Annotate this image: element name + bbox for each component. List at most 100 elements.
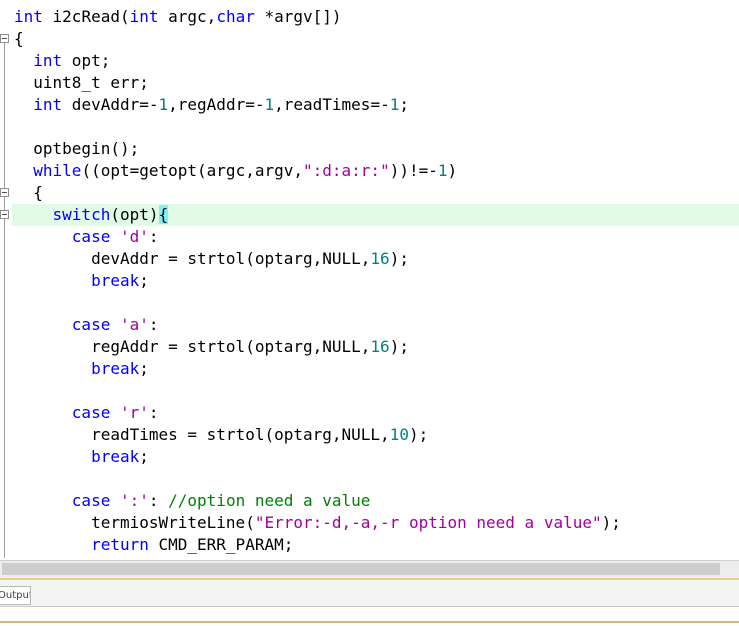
code-token: 1 (437, 161, 448, 180)
code-token: 'd' (119, 227, 149, 246)
code-token: : (148, 227, 159, 246)
code-token: 1 (264, 95, 275, 114)
code-line: break; (14, 446, 149, 468)
code-token: "Error:-d,-a,-r option need a value" (254, 513, 602, 532)
code-token: break (91, 359, 140, 378)
code-token: ; (399, 95, 409, 114)
code-line: break; (14, 358, 149, 380)
code-token: *argv[]) (254, 7, 342, 26)
code-token: { (14, 29, 24, 48)
code-token: ); (389, 249, 409, 268)
code-token: 'r' (119, 403, 149, 422)
code-token: ':' (119, 491, 149, 510)
output-area[interactable] (0, 606, 739, 626)
code-line: int opt; (14, 50, 110, 72)
code-token: { (14, 183, 43, 202)
code-token: int (33, 51, 63, 70)
code-line: int devAddr=-1,regAddr=-1,readTimes=-1; (14, 94, 409, 116)
code-line: return CMD_ERR_PARAM; (14, 534, 293, 556)
code-token: devAddr=- (62, 95, 159, 114)
code-token: case (71, 315, 111, 334)
code-token: (opt) (110, 205, 159, 224)
code-token: case (71, 227, 111, 246)
code-token: ); (389, 337, 409, 356)
code-token: termiosWriteLine( (14, 513, 255, 532)
code-token: : (148, 315, 159, 334)
code-line: termiosWriteLine("Error:-d,-a,-r option … (14, 512, 621, 534)
code-token: int (33, 95, 63, 114)
code-token: ; (139, 447, 149, 466)
code-line: break; (14, 270, 149, 292)
code-token: CMD_ERR_PARAM; (148, 535, 294, 554)
output-panel: Output (0, 578, 739, 626)
code-line: regAddr = strtol(optarg,NULL,16); (14, 336, 409, 358)
code-token: { (158, 205, 169, 224)
code-token: char (216, 7, 255, 26)
code-token: case (71, 403, 111, 422)
code-editor[interactable]: int i2cRead(int argc,char *argv[]){ int … (0, 0, 739, 560)
code-line: case 'a': (14, 314, 159, 336)
code-token: while (33, 161, 82, 180)
code-token: : (148, 491, 169, 510)
code-line: case 'r': (14, 402, 159, 424)
code-line: readTimes = strtol(optarg,NULL,10); (14, 424, 428, 446)
code-token: 1 (158, 95, 169, 114)
code-token: readTimes = strtol(optarg,NULL, (14, 425, 390, 444)
code-token: opt; (62, 51, 111, 70)
code-token: 1 (389, 95, 400, 114)
code-token: switch (52, 205, 111, 224)
code-line: while((opt=getopt(argc,argv,":d:a:r:"))!… (14, 160, 457, 182)
code-token: argc, (158, 7, 217, 26)
code-token: int (129, 7, 159, 26)
code-token: optbegin(); (14, 139, 140, 158)
fold-collapse-icon[interactable] (0, 188, 9, 197)
code-token: ((opt=getopt(argc,argv, (81, 161, 303, 180)
code-line: { (14, 28, 24, 50)
code-line: int i2cRead(int argc,char *argv[]) (14, 6, 342, 28)
code-token: regAddr = strtol(optarg,NULL, (14, 337, 371, 356)
fold-collapse-icon[interactable] (0, 210, 9, 219)
fold-gutter-line (4, 34, 5, 558)
output-tab[interactable]: Output (0, 586, 31, 605)
code-token: i2cRead( (42, 7, 130, 26)
code-line: uint8_t err; (14, 72, 149, 94)
horizontal-scrollbar[interactable] (0, 560, 739, 578)
code-token: ) (447, 161, 458, 180)
code-token: ,readTimes=- (274, 95, 390, 114)
code-token: 16 (370, 337, 390, 356)
code-token: break (91, 447, 140, 466)
code-line: case 'd': (14, 226, 159, 248)
fold-collapse-icon[interactable] (0, 34, 9, 43)
scrollbar-thumb[interactable] (2, 563, 720, 575)
code-token: int (14, 7, 43, 26)
code-line: devAddr = strtol(optarg,NULL,16); (14, 248, 409, 270)
code-token: ; (139, 359, 149, 378)
code-line: switch(opt){ (14, 204, 169, 226)
code-token: 'a' (119, 315, 149, 334)
code-token: uint8_t err; (14, 73, 149, 92)
code-token: devAddr = strtol(optarg,NULL, (14, 249, 371, 268)
code-token: : (148, 403, 159, 422)
code-token: ); (601, 513, 621, 532)
code-token: 10 (389, 425, 409, 444)
code-token: 16 (370, 249, 390, 268)
code-token: ); (408, 425, 429, 444)
code-line: optbegin(); (14, 138, 139, 160)
code-token: break (91, 271, 140, 290)
code-line: { (14, 182, 43, 204)
